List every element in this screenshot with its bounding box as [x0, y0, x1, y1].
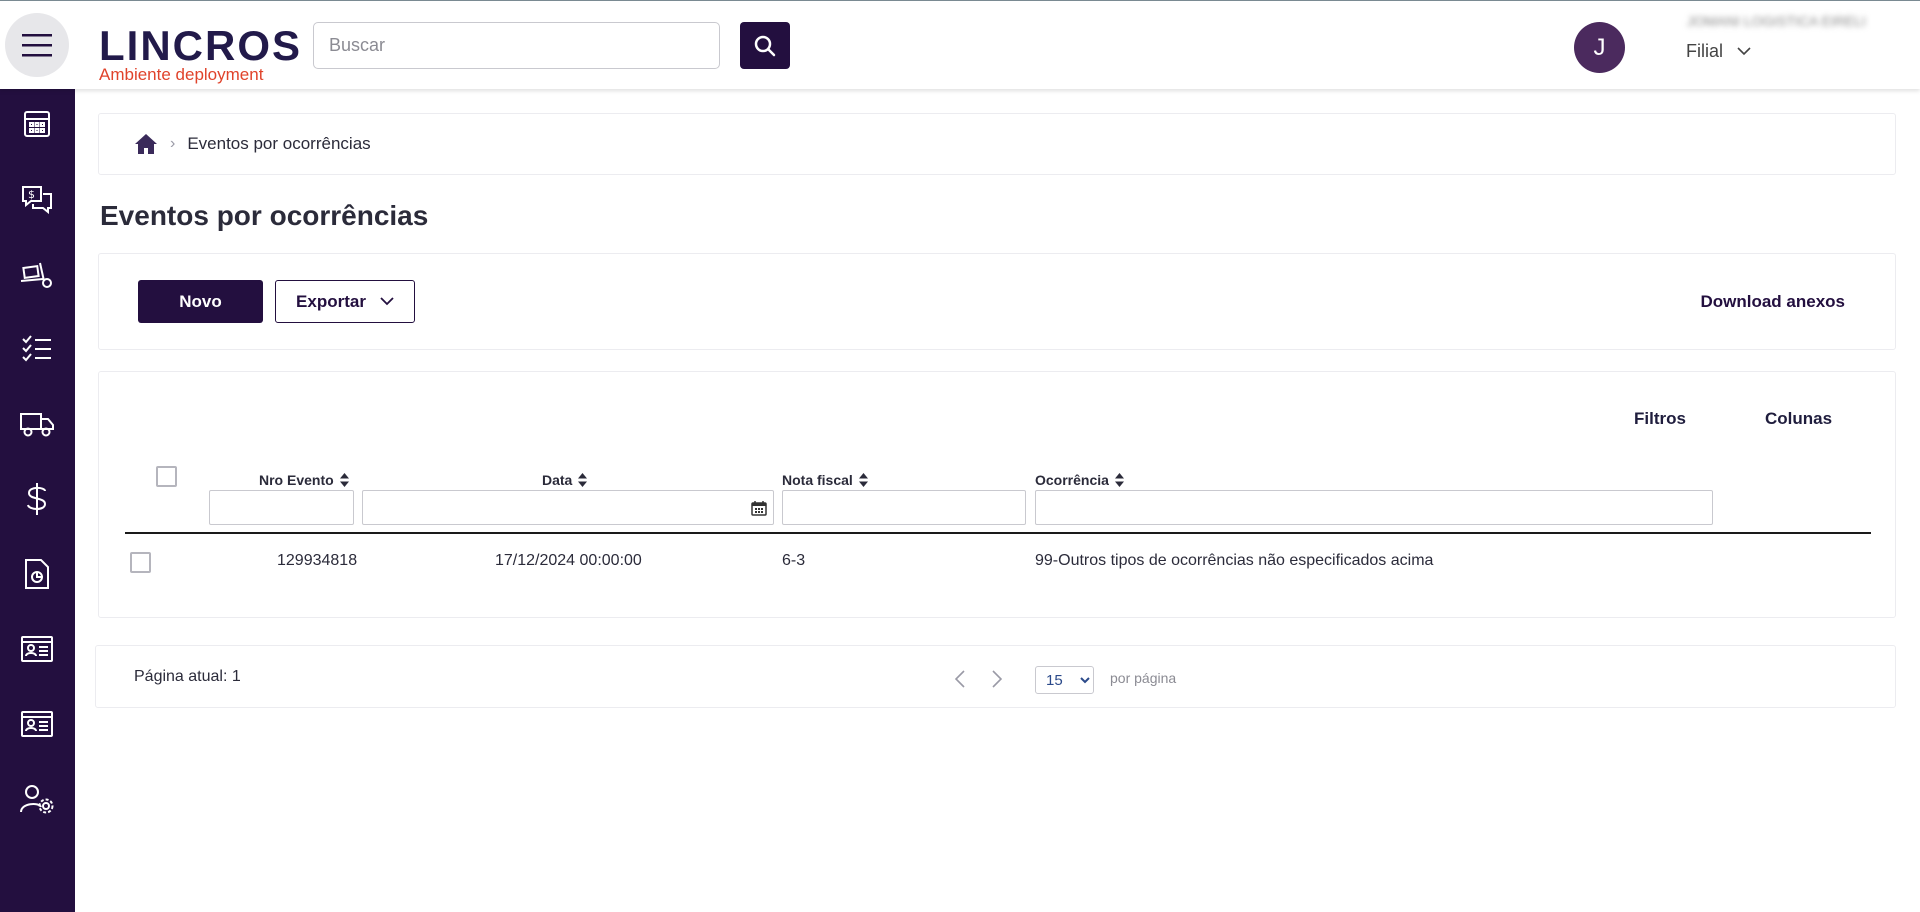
search-icon [754, 35, 776, 56]
truck-icon [20, 413, 54, 437]
pagination: Página atual: 1 15 por página [95, 645, 1896, 708]
sort-icon [1114, 473, 1124, 487]
branch-selector[interactable]: Filial [1686, 41, 1751, 62]
cell-data: 17/12/2024 00:00:00 [495, 552, 642, 569]
avatar-initial: J [1593, 33, 1606, 61]
export-button[interactable]: Exportar [275, 280, 415, 323]
hamburger-icon [22, 34, 52, 57]
user-settings-icon [20, 785, 54, 814]
report-chart-icon [25, 559, 49, 589]
search-button[interactable] [740, 22, 790, 69]
table-header-divider [125, 532, 1871, 534]
sidebar-item-finance[interactable] [19, 481, 55, 517]
export-label: Exportar [296, 291, 366, 311]
price-chat-icon: $ [22, 186, 52, 214]
filter-nota-fiscal[interactable] [782, 490, 1026, 525]
events-table: Filtros Colunas Nro Evento Data Nota fis… [98, 371, 1896, 618]
select-all-checkbox[interactable] [156, 466, 177, 487]
company-name: JOMANI LOGISTICA EIRELI [1687, 13, 1866, 29]
top-bar: LINCROS Ambiente deployment J JOMANI LOG… [0, 0, 1920, 89]
sidebar-item-transport[interactable] [19, 406, 55, 442]
id-card-icon [21, 711, 53, 737]
per-page-label: por página [1110, 670, 1177, 686]
column-header-nro-evento[interactable]: Nro Evento [259, 472, 349, 488]
sidebar-item-reports[interactable] [19, 556, 55, 592]
sidebar-item-user-settings[interactable] [19, 781, 55, 817]
sidebar: $ [0, 89, 75, 912]
calendar-icon[interactable] [751, 500, 767, 516]
logo-text: LINCROS [99, 22, 302, 69]
new-button[interactable]: Novo [138, 280, 263, 323]
dolly-box-icon [20, 262, 52, 288]
column-header-data[interactable]: Data [542, 472, 588, 488]
checklist-icon [22, 335, 51, 362]
branch-label: Filial [1686, 41, 1724, 61]
sidebar-item-logistics[interactable] [19, 256, 55, 292]
chevron-left-icon[interactable] [955, 670, 965, 688]
breadcrumb-current: Eventos por ocorrências [187, 134, 371, 153]
filters-button[interactable]: Filtros [1634, 409, 1686, 429]
id-card-icon [21, 636, 53, 662]
filter-nro-evento[interactable] [209, 490, 354, 525]
sidebar-item-registry[interactable] [19, 631, 55, 667]
sidebar-item-tasks[interactable] [19, 331, 55, 367]
row-checkbox[interactable] [130, 552, 151, 573]
search-input[interactable] [313, 22, 720, 69]
download-attachments-button[interactable]: Download anexos [1700, 292, 1845, 312]
cell-ocorrencia: 99-Outros tipos de ocorrências não espec… [1035, 552, 1434, 569]
current-page-label: Página atual: 1 [134, 668, 241, 685]
breadcrumb: › Eventos por ocorrências [98, 113, 1896, 175]
sort-icon [578, 473, 588, 487]
sort-icon [858, 473, 868, 487]
toolbar: Novo Exportar Download anexos [98, 253, 1896, 350]
sidebar-item-people[interactable] [19, 706, 55, 742]
cell-nota-fiscal: 6-3 [782, 552, 806, 569]
svg-text:$: $ [28, 188, 35, 201]
dollar-icon [27, 483, 47, 515]
sidebar-item-quotes[interactable]: $ [19, 181, 55, 217]
menu-button[interactable] [5, 13, 69, 77]
filter-data[interactable] [362, 490, 774, 525]
columns-button[interactable]: Colunas [1765, 409, 1832, 429]
chevron-down-icon [380, 297, 394, 306]
chevron-down-icon [1737, 47, 1751, 56]
chevron-right-icon[interactable] [992, 670, 1002, 688]
sidebar-item-calculator[interactable] [19, 106, 55, 142]
column-header-label: Data [542, 472, 573, 488]
column-header-label: Nro Evento [259, 472, 334, 488]
column-header-nota-fiscal[interactable]: Nota fiscal [782, 472, 868, 488]
column-header-label: Ocorrência [1035, 472, 1109, 488]
calculator-icon [24, 111, 50, 137]
avatar[interactable]: J [1574, 22, 1625, 73]
cell-nro-evento: 129934818 [277, 552, 358, 569]
column-header-ocorrencia[interactable]: Ocorrência [1035, 472, 1124, 488]
home-icon[interactable] [134, 133, 158, 155]
page-size-select[interactable]: 15 [1035, 666, 1094, 694]
column-header-label: Nota fiscal [782, 472, 853, 488]
logo[interactable]: LINCROS Ambiente deployment [99, 25, 302, 85]
filter-ocorrencia[interactable] [1035, 490, 1713, 525]
breadcrumb-separator: › [170, 135, 176, 152]
sort-icon [339, 473, 349, 487]
page-title: Eventos por ocorrências [100, 200, 429, 231]
